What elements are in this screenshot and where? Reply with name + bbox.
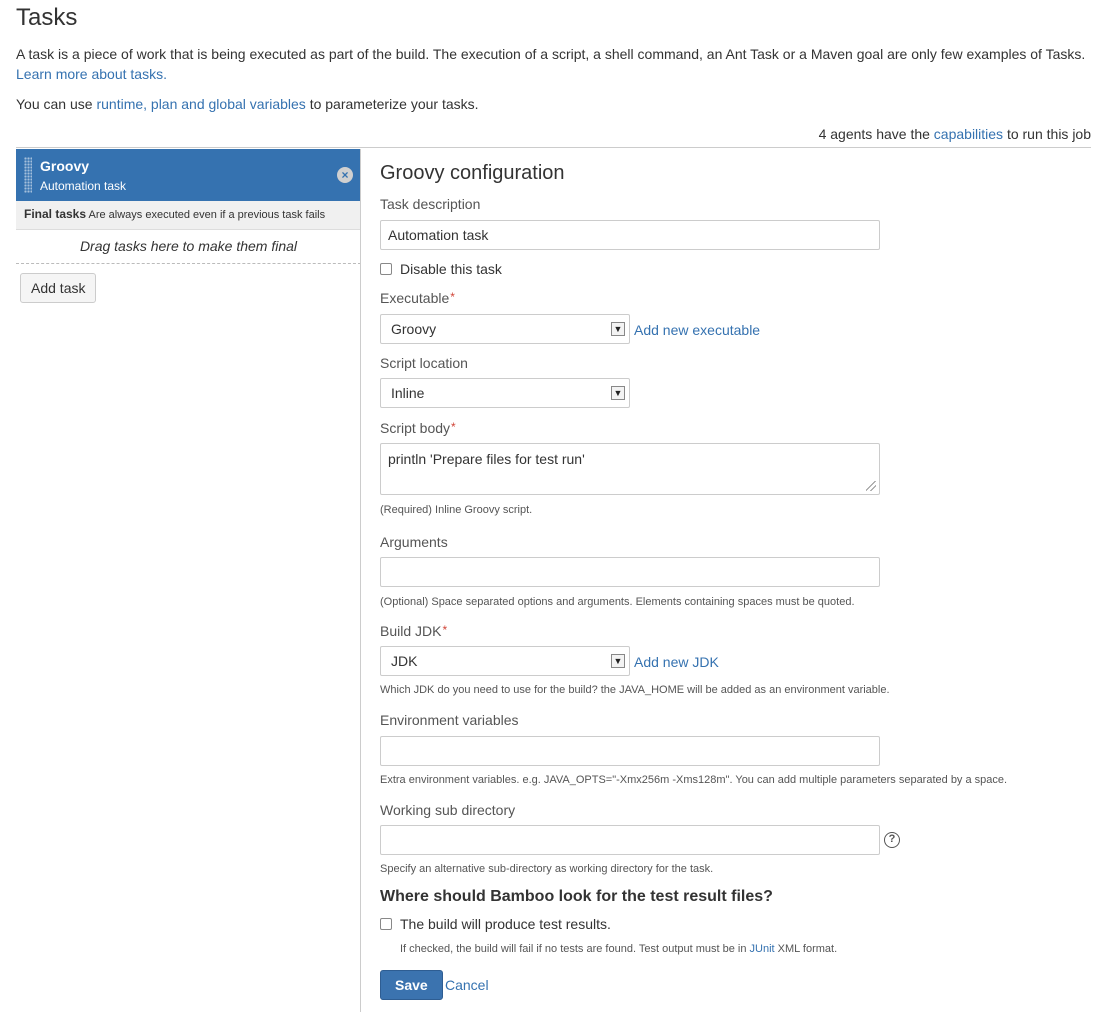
script-body-help: (Required) Inline Groovy script. — [380, 504, 533, 516]
script-location-value: Inline — [391, 385, 425, 401]
final-tasks-note: Are always executed even if a previous t… — [88, 209, 326, 221]
test-results-help-suffix: XML format. — [774, 943, 838, 955]
arguments-help: (Optional) Space separated options and a… — [380, 596, 855, 608]
remove-task-icon[interactable]: × — [337, 167, 353, 183]
question-circle-icon[interactable]: ? — [884, 832, 900, 848]
capabilities-link[interactable]: capabilities — [934, 126, 1003, 142]
task-description-input[interactable] — [380, 220, 880, 250]
cancel-link[interactable]: Cancel — [445, 977, 489, 993]
disable-task-label: Disable this task — [400, 261, 502, 277]
executable-value: Groovy — [391, 321, 437, 337]
agents-suffix: to run this job — [1003, 126, 1091, 142]
add-jdk-link[interactable]: Add new JDK — [634, 654, 719, 670]
test-results-checkbox[interactable] — [380, 918, 392, 930]
required-marker: * — [442, 623, 448, 637]
environment-variables-label: Environment variables — [380, 712, 519, 728]
build-jdk-label-text: Build JDK — [380, 623, 442, 639]
final-tasks-label: Final tasks — [24, 207, 87, 221]
add-task-button[interactable]: Add task — [20, 273, 97, 303]
test-results-help-prefix: If checked, the build will fail if no te… — [400, 943, 750, 955]
executable-label-text: Executable — [380, 290, 450, 306]
task-description-label: Task description — [380, 196, 481, 212]
working-directory-label: Working sub directory — [380, 802, 516, 818]
script-body-label: Script body* — [380, 420, 456, 436]
resize-grip-icon[interactable] — [866, 481, 876, 491]
learn-more-link[interactable]: Learn more about tasks. — [16, 66, 167, 82]
arguments-label: Arguments — [380, 534, 448, 550]
build-jdk-value: JDK — [391, 653, 418, 669]
executable-select[interactable]: Groovy ▼ — [380, 314, 630, 344]
variables-link[interactable]: runtime, plan and global variables — [96, 96, 305, 112]
agents-prefix: 4 agents have the — [818, 126, 934, 142]
script-body-textarea[interactable]: println 'Prepare files for test run' — [380, 443, 880, 495]
variables-paragraph: You can use runtime, plan and global var… — [16, 94, 479, 114]
intro-text: A task is a piece of work that is being … — [16, 46, 1086, 62]
junit-link[interactable]: JUnit — [750, 943, 775, 955]
chevron-down-icon: ▼ — [611, 386, 625, 400]
task-list-panel: Groovy Automation task × Final tasks Are… — [16, 149, 361, 303]
add-executable-link[interactable]: Add new executable — [634, 322, 760, 338]
test-results-row: The build will produce test results. — [380, 916, 611, 932]
column-divider — [360, 149, 361, 1012]
build-jdk-select[interactable]: JDK ▼ — [380, 646, 630, 676]
intro-paragraph: A task is a piece of work that is being … — [16, 44, 1096, 84]
script-location-select[interactable]: Inline ▼ — [380, 378, 630, 408]
chevron-down-icon: ▼ — [611, 322, 625, 336]
disable-task-row: Disable this task — [380, 261, 502, 277]
final-tasks-drop-zone[interactable]: Drag tasks here to make them final — [16, 230, 361, 264]
agents-capabilities-line: 4 agents have the capabilities to run th… — [16, 124, 1091, 148]
test-results-heading: Where should Bamboo look for the test re… — [380, 888, 773, 905]
required-marker: * — [450, 290, 455, 304]
chevron-down-icon: ▼ — [611, 654, 625, 668]
disable-task-checkbox[interactable] — [380, 263, 392, 275]
variables-suffix: to parameterize your tasks. — [305, 96, 479, 112]
task-description: Automation task — [40, 179, 127, 193]
script-body-value: println 'Prepare files for test run' — [388, 451, 585, 467]
drag-handle-icon[interactable] — [24, 157, 32, 193]
build-jdk-help: Which JDK do you need to use for the bui… — [380, 684, 890, 696]
arguments-input[interactable] — [380, 557, 880, 587]
test-results-help: If checked, the build will fail if no te… — [400, 943, 837, 955]
working-directory-help: Specify an alternative sub-directory as … — [380, 863, 714, 875]
script-body-label-text: Script body — [380, 420, 451, 436]
variables-prefix: You can use — [16, 96, 97, 112]
required-marker: * — [451, 420, 456, 434]
build-jdk-label: Build JDK* — [380, 623, 447, 639]
page-title: Tasks — [16, 4, 78, 31]
task-item-groovy[interactable]: Groovy Automation task × — [16, 149, 361, 201]
form-title: Groovy configuration — [380, 162, 565, 184]
executable-label: Executable* — [380, 290, 455, 306]
task-name: Groovy — [40, 158, 90, 174]
script-location-label: Script location — [380, 355, 468, 371]
final-tasks-header: Final tasks Are always executed even if … — [16, 201, 361, 230]
environment-variables-input[interactable] — [380, 736, 880, 766]
test-results-label: The build will produce test results. — [400, 916, 611, 932]
working-directory-input[interactable] — [380, 825, 880, 855]
save-button[interactable]: Save — [380, 970, 443, 1000]
environment-variables-help: Extra environment variables. e.g. JAVA_O… — [380, 774, 1008, 786]
